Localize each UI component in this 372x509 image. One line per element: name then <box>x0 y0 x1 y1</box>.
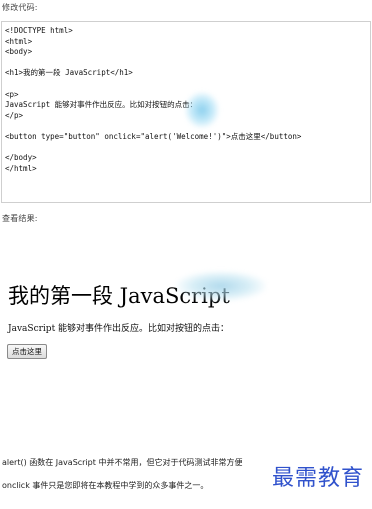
code-line: </body> <box>5 153 37 163</box>
code-line: JavaScript 能够对事件作出反应。比如对按钮的点击： <box>5 100 198 110</box>
code-line: <body> <box>5 47 33 57</box>
code-line: </html> <box>5 163 37 173</box>
code-line: <p> <box>5 89 19 99</box>
click-here-button[interactable]: 点击这里 <box>7 344 47 359</box>
watermark-logo: 最需教育 <box>271 466 364 491</box>
result-paragraph: JavaScript 能够对事件作出反应。比如对按钮的点击： <box>8 324 230 334</box>
code-line: <button type="button" onclick="alert('We… <box>5 131 302 141</box>
code-line: </p> <box>5 110 24 120</box>
result-label: 查看结果: <box>2 214 38 223</box>
note-alert: alert() 函数在 JavaScript 中并不常用，但它对于代码测试非常方… <box>2 458 243 467</box>
code-line: <!DOCTYPE html> <box>5 26 73 35</box>
note-onclick: onclick 事件只是您即将在本教程中学到的众多事件之一。 <box>2 481 209 490</box>
code-editor-textarea[interactable]: <!DOCTYPE html> <html> <body> <h1>我的第一段 Jav… <box>1 21 371 203</box>
result-heading: 我的第一段 JavaScript <box>8 284 230 308</box>
code-editor-label: 修改代码: <box>2 3 38 12</box>
tutorial-page: 修改代码: <!DOCTYPE html> <html> <body> <h1>我的第… <box>0 0 372 509</box>
code-line: <h1>我的第一段 JavaScript</h1> <box>5 68 133 78</box>
code-line: <html> <box>5 36 33 46</box>
